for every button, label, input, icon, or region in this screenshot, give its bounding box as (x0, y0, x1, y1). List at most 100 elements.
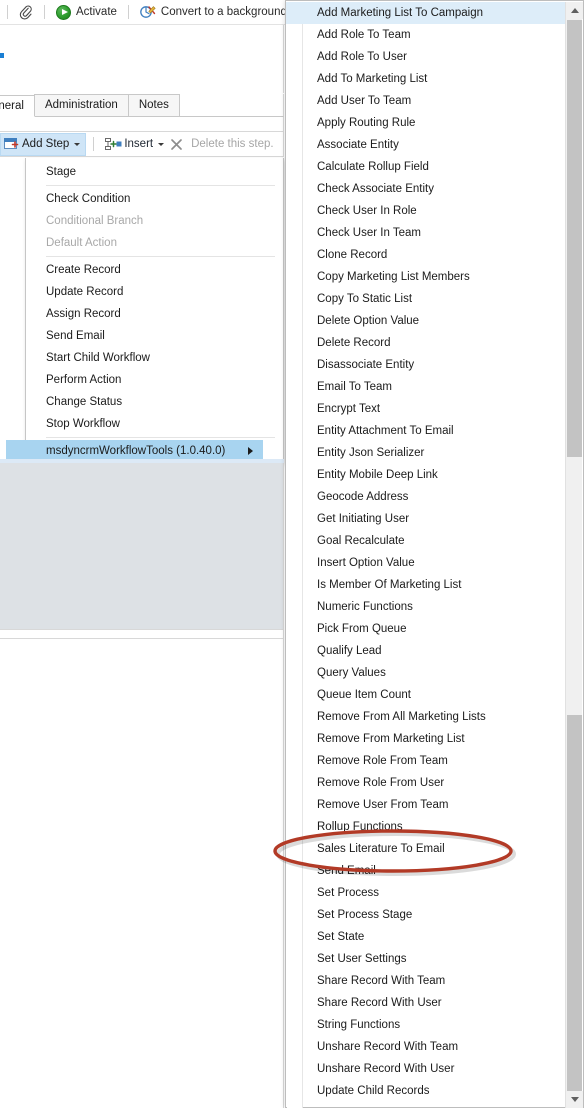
flyout-item[interactable]: Associate Entity (303, 134, 566, 156)
delete-step-label: Delete this step. (191, 138, 274, 150)
flyout-item[interactable]: Entity Json Serializer (303, 442, 566, 464)
flyout-item[interactable]: Calculate Rollup Field (303, 156, 566, 178)
flyout-item-label: Add User To Team (317, 95, 412, 107)
flyout-item[interactable]: Copy To Static List (303, 288, 566, 310)
flyout-item[interactable]: String Functions (303, 1014, 566, 1036)
flyout-item-label: Unshare Record With User (317, 1063, 455, 1075)
menu-item-assign-record[interactable]: Assign Record (26, 303, 283, 325)
flyout-item[interactable]: Pick From Queue (303, 618, 566, 640)
flyout-item[interactable]: Add Role To User (303, 46, 566, 68)
flyout-item-label: Unshare Record With Team (317, 1041, 459, 1053)
convert-to-background-button[interactable]: Convert to a background (136, 1, 285, 23)
flyout-item[interactable]: Entity Mobile Deep Link (303, 464, 566, 486)
flyout-item[interactable]: Query Values (303, 662, 566, 684)
flyout-item[interactable]: Clone Record (303, 244, 566, 266)
scrollbar-thumb-lower[interactable] (567, 715, 582, 1091)
add-step-button[interactable]: Add Step (0, 132, 87, 156)
scroll-up-arrow-icon[interactable] (566, 2, 583, 19)
tab-notes[interactable]: Notes (127, 94, 180, 116)
flyout-item[interactable]: Remove Role From Team (303, 750, 566, 772)
scrollbar-thumb[interactable] (567, 20, 582, 457)
flyout-item[interactable]: Check User In Team (303, 222, 566, 244)
flyout-item-label: Add To Marketing List (317, 73, 428, 85)
flyout-item-label: Delete Record (317, 337, 391, 349)
toolbar-divider (44, 5, 45, 19)
flyout-item-label: Disassociate Entity (317, 359, 415, 371)
flyout-item[interactable]: Add Marketing List To Campaign (286, 2, 567, 24)
attach-button[interactable] (15, 1, 37, 23)
flyout-item[interactable]: Apply Routing Rule (303, 112, 566, 134)
flyout-item[interactable]: Set Process Stage (303, 904, 566, 926)
add-step-label: Add Step (22, 138, 70, 150)
form-blank-region (0, 25, 284, 93)
menu-item-perform-action[interactable]: Perform Action (26, 369, 283, 391)
flyout-item[interactable]: Add Role To Team (303, 24, 566, 46)
flyout-item-label: Qualify Lead (317, 645, 382, 657)
selection-marker (0, 53, 4, 58)
flyout-item[interactable]: Queue Item Count (303, 684, 566, 706)
flyout-item[interactable]: Delete Record (303, 332, 566, 354)
flyout-item-label: Share Record With Team (317, 975, 446, 987)
flyout-item-label: Rollup Functions (317, 821, 403, 833)
flyout-item[interactable]: Copy Marketing List Members (303, 266, 566, 288)
flyout-scrollbar[interactable] (565, 2, 583, 1108)
flyout-item[interactable]: Rollup Functions (303, 816, 566, 838)
menu-item-start-child-workflow[interactable]: Start Child Workflow (26, 347, 283, 369)
add-step-dropdown-menu: Stage Check Condition Conditional Branch… (6, 158, 284, 463)
flyout-item[interactable]: Delete Option Value (303, 310, 566, 332)
menu-item-msdyncrm-workflow-tools-label: msdyncrmWorkflowTools (1.0.40.0) (46, 445, 226, 457)
tab-general[interactable]: eneral (0, 95, 35, 117)
flyout-item[interactable]: Set State (303, 926, 566, 948)
flyout-item[interactable]: Insert Option Value (303, 552, 566, 574)
flyout-item-label: Update Child Records (317, 1085, 430, 1097)
flyout-item[interactable]: Entity Attachment To Email (303, 420, 566, 442)
flyout-item[interactable]: Unshare Record With Team (303, 1036, 566, 1058)
flyout-item-label: Copy Marketing List Members (317, 271, 470, 283)
paperclip-icon (19, 5, 33, 20)
flyout-item[interactable]: Email To Team (303, 376, 566, 398)
insert-button[interactable]: Insert (101, 133, 168, 156)
menu-item-stage[interactable]: Stage (26, 161, 283, 183)
flyout-item[interactable]: Check Associate Entity (303, 178, 566, 200)
flyout-item[interactable]: Unshare Record With User (303, 1058, 566, 1080)
flyout-item[interactable]: Remove Role From User (303, 772, 566, 794)
scroll-down-arrow-icon[interactable] (566, 1091, 583, 1108)
flyout-item[interactable]: Geocode Address (303, 486, 566, 508)
flyout-item[interactable]: Get Initiating User (303, 508, 566, 530)
flyout-item[interactable]: Add User To Team (303, 90, 566, 112)
chevron-down-icon (74, 142, 81, 146)
flyout-item[interactable]: Set Process (303, 882, 566, 904)
flyout-item[interactable]: Set User Settings (303, 948, 566, 970)
flyout-item[interactable]: Check User In Role (303, 200, 566, 222)
flyout-item[interactable]: Add To Marketing List (303, 68, 566, 90)
flyout-item[interactable]: Disassociate Entity (303, 354, 566, 376)
flyout-item[interactable]: Goal Recalculate (303, 530, 566, 552)
flyout-item[interactable]: Sales Literature To Email (303, 838, 566, 860)
menu-item-check-condition[interactable]: Check Condition (26, 188, 283, 210)
flyout-item[interactable]: Remove From Marketing List (303, 728, 566, 750)
flyout-item[interactable]: Qualify Lead (303, 640, 566, 662)
flyout-item[interactable]: Share Record With Team (303, 970, 566, 992)
menu-item-change-status[interactable]: Change Status (26, 391, 283, 413)
flyout-item[interactable]: Remove User From Team (303, 794, 566, 816)
menu-item-create-record[interactable]: Create Record (26, 259, 283, 281)
menu-item-stop-workflow[interactable]: Stop Workflow (26, 413, 283, 435)
activate-button[interactable]: Activate (52, 1, 121, 23)
application-area: Activate Convert to a background eneral … (0, 0, 285, 1108)
flyout-item-label: Calculate Rollup Field (317, 161, 429, 173)
flyout-item[interactable]: Is Member Of Marketing List (303, 574, 566, 596)
flyout-item[interactable]: Share Record With User (303, 992, 566, 1014)
canvas-footer-strip (0, 629, 284, 639)
menu-item-send-email[interactable]: Send Email (26, 325, 283, 347)
flyout-item[interactable]: Numeric Functions (303, 596, 566, 618)
menu-item-update-record[interactable]: Update Record (26, 281, 283, 303)
activate-icon (56, 4, 71, 20)
flyout-item[interactable]: Update Child Records (303, 1080, 566, 1102)
toolbar-divider (127, 5, 129, 19)
convert-to-background-label: Convert to a background (160, 6, 285, 18)
flyout-item[interactable]: Send Email (303, 860, 566, 882)
flyout-item-label: Get Initiating User (317, 513, 410, 525)
flyout-item[interactable]: Remove From All Marketing Lists (303, 706, 566, 728)
flyout-item[interactable]: Encrypt Text (303, 398, 566, 420)
tab-administration[interactable]: Administration (33, 94, 129, 116)
